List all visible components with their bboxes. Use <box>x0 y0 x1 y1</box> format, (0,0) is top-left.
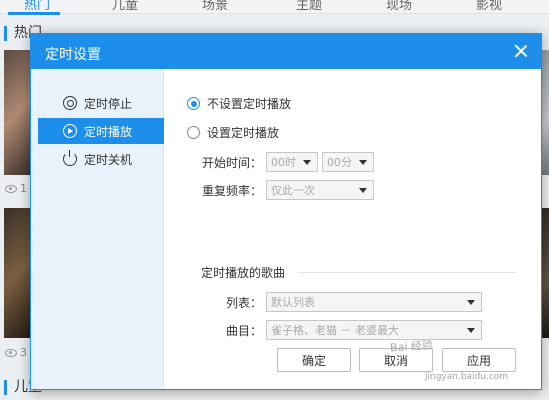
confirm-button[interactable]: 确定 <box>277 348 351 372</box>
no-timer-radio-option[interactable]: 不设置定时播放 <box>187 95 291 112</box>
power-icon <box>63 150 77 166</box>
track-label: 曲目： <box>226 324 263 338</box>
tab-scene[interactable]: 场景 <box>202 0 228 13</box>
sidebar-item-play-timer[interactable]: 定时播放 <box>38 118 164 144</box>
category-tab-bar: 热门 儿童 场景 主题 现场 影视 <box>0 0 549 15</box>
track-select[interactable]: 雀子格、老猫 － 老婆最大 <box>266 320 482 340</box>
sidebar-item-label: 定时停止 <box>84 96 133 111</box>
tab-film[interactable]: 影视 <box>476 0 502 13</box>
dialog-body: 定时停止 定时播放 定时关机 不设置定时播放 设置定时播放 开始时间： 00时 … <box>31 69 541 389</box>
close-icon[interactable] <box>513 43 529 59</box>
hour-select-value: 00时 <box>271 156 296 169</box>
settings-sidebar: 定时停止 定时播放 定时关机 <box>31 69 164 389</box>
playlist-cover[interactable] <box>4 208 32 338</box>
tab-theme[interactable]: 主题 <box>296 0 322 13</box>
active-tab-indicator <box>8 12 60 15</box>
play-count: 3 <box>5 346 27 359</box>
eye-icon <box>5 184 17 193</box>
songs-group-title: 定时播放的歌曲 <box>201 266 286 280</box>
set-timer-label: 设置定时播放 <box>207 126 280 140</box>
no-timer-label: 不设置定时播放 <box>207 97 292 111</box>
repeat-select[interactable]: 仅此一次 <box>266 180 374 200</box>
no-timer-radio[interactable] <box>187 97 200 110</box>
dialog-header: 定时设置 <box>31 34 541 69</box>
settings-content: 不设置定时播放 设置定时播放 开始时间： 00时 00分 重复频率： 仅此一次 … <box>165 69 541 389</box>
play-count: 1 <box>5 182 27 195</box>
sidebar-item-label: 定时播放 <box>84 124 133 139</box>
play-timer-icon <box>63 124 77 138</box>
hour-select[interactable]: 00时 <box>266 152 318 172</box>
set-timer-radio-option[interactable]: 设置定时播放 <box>187 124 279 141</box>
repeat-select-value: 仅此一次 <box>271 184 315 197</box>
play-count-value: 3 <box>20 346 27 359</box>
list-label: 列表： <box>226 296 263 310</box>
track-select-value: 雀子格、老猫 － 老婆最大 <box>271 324 399 337</box>
set-timer-radio[interactable] <box>187 126 200 139</box>
sidebar-item-stop-timer[interactable]: 定时停止 <box>38 90 164 116</box>
sidebar-item-shutdown-timer[interactable]: 定时关机 <box>38 146 164 172</box>
list-select-value: 默认列表 <box>271 296 315 309</box>
minute-select[interactable]: 00分 <box>322 152 374 172</box>
apply-button[interactable]: 应用 <box>442 348 516 372</box>
minute-select-value: 00分 <box>327 156 352 169</box>
stop-timer-icon <box>63 96 77 110</box>
eye-icon <box>5 348 17 357</box>
chevron-down-icon <box>303 159 311 165</box>
chevron-down-icon <box>467 299 475 305</box>
tab-kids[interactable]: 儿童 <box>112 0 138 13</box>
chevron-down-icon <box>359 187 367 193</box>
timer-settings-dialog: 定时设置 定时停止 定时播放 定时关机 不设置定时播放 设置定时播放 开始时间：… <box>30 33 542 390</box>
tab-live[interactable]: 现场 <box>386 0 412 13</box>
chevron-down-icon <box>467 327 475 333</box>
start-time-label: 开始时间： <box>202 156 263 170</box>
dialog-title: 定时设置 <box>45 47 101 63</box>
cancel-button[interactable]: 取消 <box>359 348 433 372</box>
chevron-down-icon <box>359 159 367 165</box>
repeat-label: 重复频率： <box>202 184 263 198</box>
playlist-cover[interactable] <box>4 50 32 175</box>
play-count-value: 1 <box>20 182 27 195</box>
sidebar-item-label: 定时关机 <box>84 152 133 167</box>
group-divider <box>298 272 516 273</box>
list-select[interactable]: 默认列表 <box>266 292 482 312</box>
